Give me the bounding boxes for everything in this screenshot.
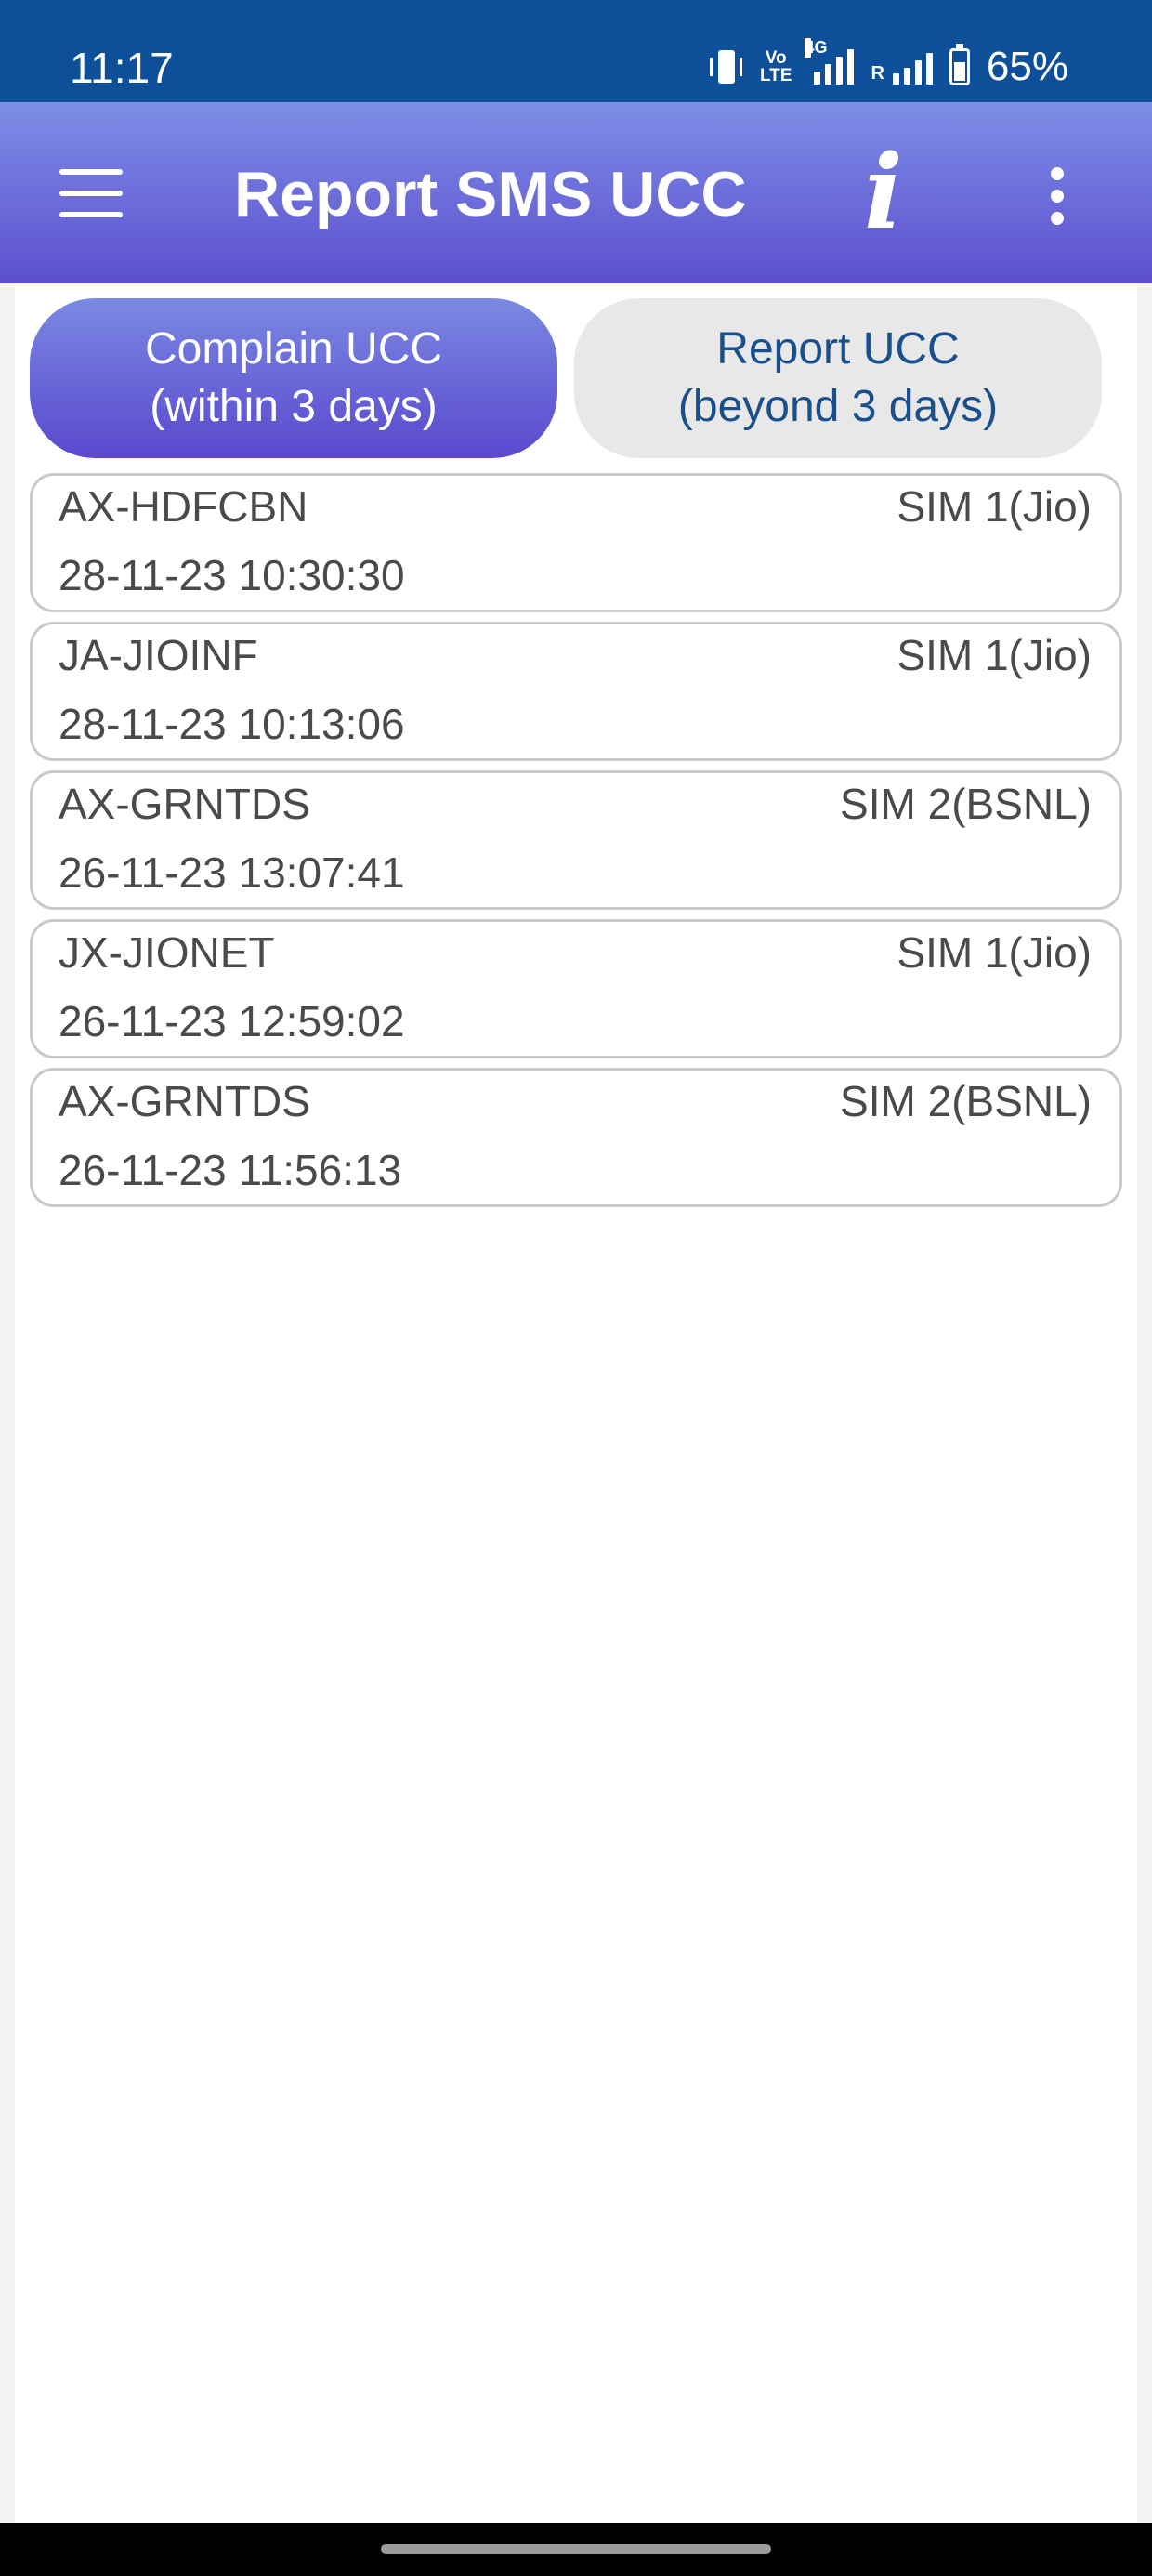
sender-id: JA-JIOINF: [59, 631, 258, 679]
tab-label-line2: (beyond 3 days): [677, 382, 999, 431]
tab-complain-ucc[interactable]: Complain UCC (within 3 days): [30, 298, 557, 458]
message-list: AX-HDFCBN SIM 1(Jio) 28-11-23 10:30:30 J…: [30, 473, 1122, 1216]
tab-label-line1: Complain UCC: [144, 324, 443, 374]
network-type-label: 4G: [805, 38, 828, 58]
sim-label: SIM 1(Jio): [897, 928, 1092, 977]
roaming-label: R: [871, 63, 884, 84]
signal-icon: R: [871, 49, 933, 85]
message-timestamp: 26-11-23 13:07:41: [59, 848, 405, 897]
sender-id: JX-JIONET: [59, 928, 275, 977]
battery-icon: [949, 44, 970, 85]
info-icon[interactable]: i: [864, 141, 903, 243]
menu-icon[interactable]: [59, 169, 123, 217]
more-vert-icon[interactable]: [1048, 167, 1067, 225]
sender-id: AX-GRNTDS: [59, 1077, 310, 1125]
list-item[interactable]: JX-JIONET SIM 1(Jio) 26-11-23 12:59:02: [30, 919, 1122, 1058]
volte-line2: LTE: [759, 66, 792, 85]
navigation-bar: [0, 2523, 1152, 2576]
tab-report-ucc[interactable]: Report UCC (beyond 3 days): [574, 298, 1102, 458]
status-time: 11:17: [70, 44, 174, 92]
sim-label: SIM 2(BSNL): [840, 780, 1092, 828]
battery-percent: 65%: [986, 44, 1068, 89]
sim-label: SIM 1(Jio): [897, 482, 1092, 531]
signal-icon: 4G: [805, 38, 855, 85]
tab-bar: Complain UCC (within 3 days) Report UCC …: [30, 298, 1122, 458]
message-timestamp: 26-11-23 12:59:02: [59, 997, 405, 1045]
content-left-edge: [0, 283, 15, 2523]
message-timestamp: 26-11-23 11:56:13: [59, 1146, 402, 1194]
sim-label: SIM 1(Jio): [897, 631, 1092, 679]
list-item[interactable]: AX-GRNTDS SIM 2(BSNL) 26-11-23 13:07:41: [30, 770, 1122, 910]
status-bar: 11:17 Vo LTE 4G R 65%: [0, 0, 1152, 102]
app-bar: Report SMS UCC i: [0, 102, 1152, 283]
content-panel: Complain UCC (within 3 days) Report UCC …: [15, 283, 1137, 2523]
message-timestamp: 28-11-23 10:13:06: [59, 700, 405, 748]
sim-label: SIM 2(BSNL): [840, 1077, 1092, 1125]
status-icons: Vo LTE 4G R 65%: [709, 38, 1068, 93]
sender-id: AX-HDFCBN: [59, 482, 308, 531]
content-right-edge: [1137, 283, 1152, 2523]
list-item[interactable]: AX-HDFCBN SIM 1(Jio) 28-11-23 10:30:30: [30, 473, 1122, 612]
sender-id: AX-GRNTDS: [59, 780, 310, 828]
list-item[interactable]: AX-GRNTDS SIM 2(BSNL) 26-11-23 11:56:13: [30, 1068, 1122, 1207]
volte-icon: Vo LTE: [760, 49, 792, 85]
list-item[interactable]: JA-JIOINF SIM 1(Jio) 28-11-23 10:13:06: [30, 622, 1122, 761]
tab-label-line1: Report UCC: [716, 324, 960, 374]
vibrate-icon: [709, 48, 743, 85]
home-gesture-handle[interactable]: [381, 2544, 771, 2554]
page-title: Report SMS UCC: [234, 159, 747, 230]
tab-label-line2: (within 3 days): [150, 382, 438, 431]
volte-line1: Vo: [765, 48, 787, 68]
message-timestamp: 28-11-23 10:30:30: [59, 551, 405, 599]
